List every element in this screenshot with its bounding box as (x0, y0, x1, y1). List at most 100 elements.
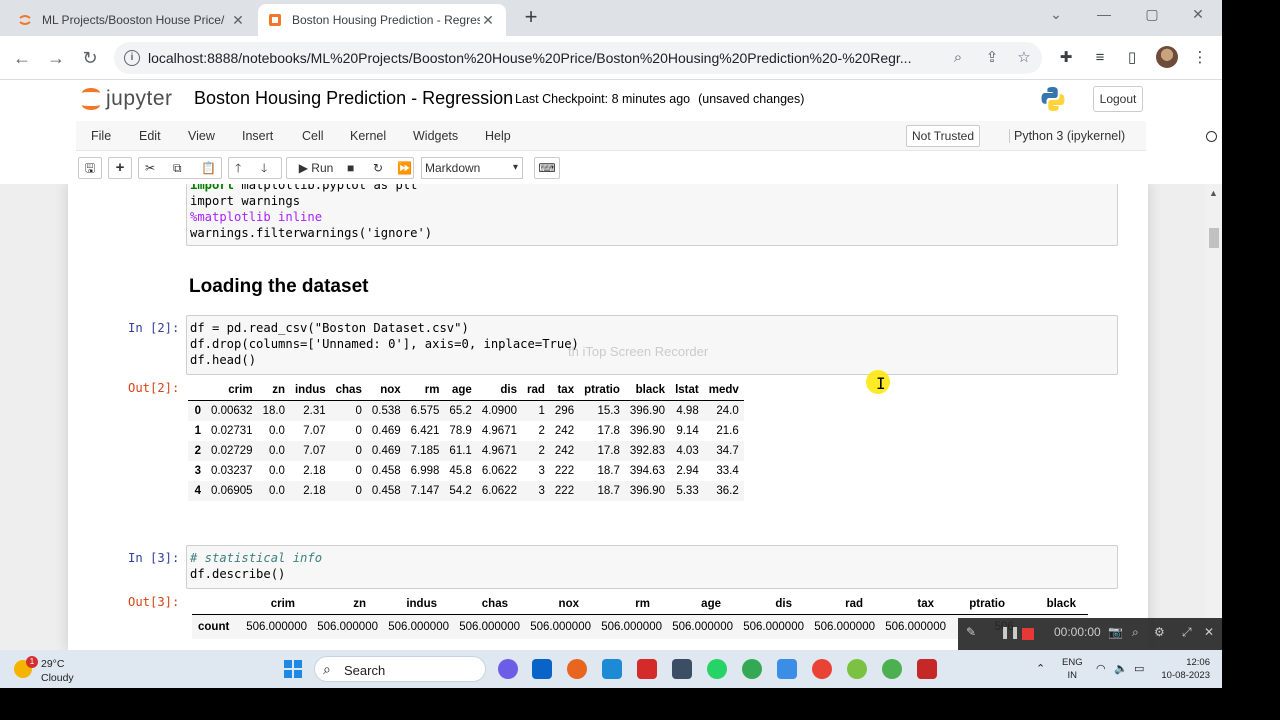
cell-type-select[interactable]: Markdown ▾ (421, 157, 523, 179)
windows-start-icon[interactable] (284, 660, 302, 678)
tray-chevron-up-icon[interactable]: ⌃ (1036, 662, 1045, 675)
new-tab-icon[interactable]: + (520, 6, 542, 28)
save-button[interactable]: 🖫 (78, 157, 102, 179)
menu-help[interactable]: Help (485, 129, 511, 143)
taskbar-search[interactable]: ⌕ Search (314, 656, 486, 682)
minimize-recorder-icon[interactable]: ⤢ (1182, 625, 1192, 640)
logout-button[interactable]: Logout (1093, 86, 1143, 112)
youtube-icon[interactable] (637, 659, 657, 679)
table-cell: 506.000000 (236, 614, 307, 639)
media-queue-icon[interactable]: ≡ (1090, 48, 1110, 68)
menu-edit[interactable]: Edit (139, 129, 161, 143)
table-cell: 65.2 (449, 405, 472, 417)
close-window-icon[interactable]: ✕ (1186, 6, 1210, 23)
site-info-icon[interactable]: i (124, 50, 140, 66)
table-cell: 0.458 (371, 485, 401, 497)
table-cell: 54.2 (449, 485, 472, 497)
paint-icon[interactable] (777, 659, 797, 679)
pause-icon[interactable]: ❚❚ (1000, 625, 1020, 639)
table-cell: 392.83 (629, 445, 666, 457)
vscode-icon[interactable] (602, 659, 622, 679)
menu-view[interactable]: View (188, 129, 215, 143)
cell-type-value: Markdown (425, 161, 481, 175)
back-icon[interactable]: ← (10, 46, 34, 70)
row-index: 1 (194, 425, 201, 437)
code-cell-imports[interactable]: import matplotlib.pyplot as plt import w… (186, 184, 1118, 246)
firefox-icon[interactable] (567, 659, 587, 679)
zoom-search-icon[interactable]: ⌕ (1132, 625, 1139, 640)
screen-recorder-app-icon[interactable] (917, 659, 937, 679)
reload-icon[interactable]: ↻ (78, 46, 102, 70)
settings-icon[interactable]: ⚙ (1154, 625, 1165, 639)
camera-icon[interactable]: 📷 (1108, 625, 1123, 639)
whatsapp-icon[interactable] (707, 659, 727, 679)
zoom-icon[interactable]: ⌕ (948, 48, 968, 68)
chrome-alt-icon[interactable] (882, 659, 902, 679)
menu-kernel[interactable]: Kernel (350, 129, 386, 143)
mail-icon[interactable] (532, 659, 552, 679)
restart-run-all-icon[interactable]: ⏩ (397, 158, 412, 178)
scroll-up-icon[interactable]: ▲ (1209, 188, 1218, 198)
menu-file[interactable]: File (91, 129, 111, 143)
tab-ml-projects[interactable]: ML Projects/Booston House Price/ ✕ (8, 4, 256, 36)
battery-icon[interactable]: ▭ (1134, 662, 1144, 675)
code-input[interactable]: import matplotlib.pyplot as plt import w… (187, 184, 1117, 245)
markdown-heading[interactable]: Loading the dataset (189, 276, 368, 298)
wifi-icon[interactable]: ◠ (1096, 662, 1106, 675)
output-prompt: Out[2]: (128, 381, 180, 395)
menu-cell[interactable]: Cell (302, 129, 324, 143)
code-cell-describe[interactable]: # statistical info df.describe() (186, 545, 1118, 589)
not-trusted-button[interactable]: Not Trusted (906, 125, 981, 147)
chrome-icon[interactable] (812, 659, 832, 679)
command-palette-button[interactable]: ⌨ (534, 157, 560, 179)
insert-cell-button[interactable]: + (108, 157, 132, 179)
teams-icon[interactable] (498, 659, 518, 679)
column-header: age (444, 380, 477, 401)
file-app-icon[interactable] (672, 659, 692, 679)
paste-icon[interactable]: 📋 (201, 158, 216, 178)
lang-code: ENG (1062, 657, 1083, 668)
tab-close-icon[interactable]: ✕ (480, 12, 496, 29)
table-cell: 6.0622 (481, 465, 517, 477)
chrome-profile-icon[interactable] (742, 659, 762, 679)
pen-icon[interactable]: ✎ (966, 625, 976, 639)
extensions-icon[interactable]: ✚ (1056, 48, 1076, 68)
language-indicator[interactable]: ENG IN (1062, 656, 1083, 682)
menu-insert[interactable]: Insert (242, 129, 273, 143)
profile-avatar[interactable] (1156, 46, 1178, 68)
tab-search-icon[interactable]: ⌄ (1044, 6, 1068, 23)
jupyter-logo[interactable]: jupyter (80, 86, 173, 112)
table-cell: 2.94 (676, 465, 699, 477)
address-bar[interactable]: i localhost:8888/notebooks/ML%20Projects… (114, 42, 1042, 74)
head-dataframe-table: crim zn indus chas nox rm age dis rad tax ptratio b… (188, 380, 744, 501)
code-input[interactable]: # statistical info df.describe() (187, 546, 1117, 586)
cut-icon[interactable]: ✂ (145, 158, 155, 178)
restart-icon[interactable]: ↻ (373, 158, 383, 178)
side-panel-icon[interactable]: ▯ (1122, 48, 1142, 68)
bookmark-star-icon[interactable]: ☆ (1014, 48, 1034, 68)
kernel-name[interactable]: Python 3 (ipykernel) (1009, 129, 1125, 143)
maximize-icon[interactable]: ▢ (1140, 6, 1164, 23)
system-clock[interactable]: 12:06 10-08-2023 (1158, 656, 1210, 682)
forward-icon[interactable]: → (44, 46, 68, 70)
arrow-down-icon[interactable]: 🡓 (261, 158, 267, 178)
notebook-title[interactable]: Boston Housing Prediction - Regression (194, 88, 513, 109)
copy-icon[interactable]: ⧉ (173, 158, 182, 178)
share-icon[interactable]: ⇪ (982, 48, 1002, 68)
close-recorder-icon[interactable]: ✕ (1204, 625, 1214, 639)
run-button[interactable]: ▶ Run (291, 158, 341, 178)
minimize-icon[interactable]: — (1092, 6, 1116, 22)
weather-widget[interactable]: 1 29°C Cloudy (14, 656, 104, 684)
interrupt-icon[interactable]: ■ (347, 158, 354, 178)
url-text[interactable]: localhost:8888/notebooks/ML%20Projects/B… (148, 50, 938, 66)
arrow-up-icon[interactable]: 🡑 (235, 158, 241, 178)
scrollbar-thumb[interactable] (1209, 228, 1219, 248)
app-ring-icon[interactable] (847, 659, 867, 679)
notebook-scrollbar[interactable]: ▲ (1206, 184, 1222, 650)
tab-boston-housing[interactable]: Boston Housing Prediction - Regres ✕ (258, 4, 506, 36)
menu-widgets[interactable]: Widgets (413, 129, 458, 143)
stop-record-icon[interactable] (1022, 628, 1034, 640)
volume-icon[interactable]: 🔈 (1114, 662, 1128, 675)
tab-close-icon[interactable]: ✕ (230, 12, 246, 29)
menu-kebab-icon[interactable]: ⋮ (1190, 48, 1210, 68)
